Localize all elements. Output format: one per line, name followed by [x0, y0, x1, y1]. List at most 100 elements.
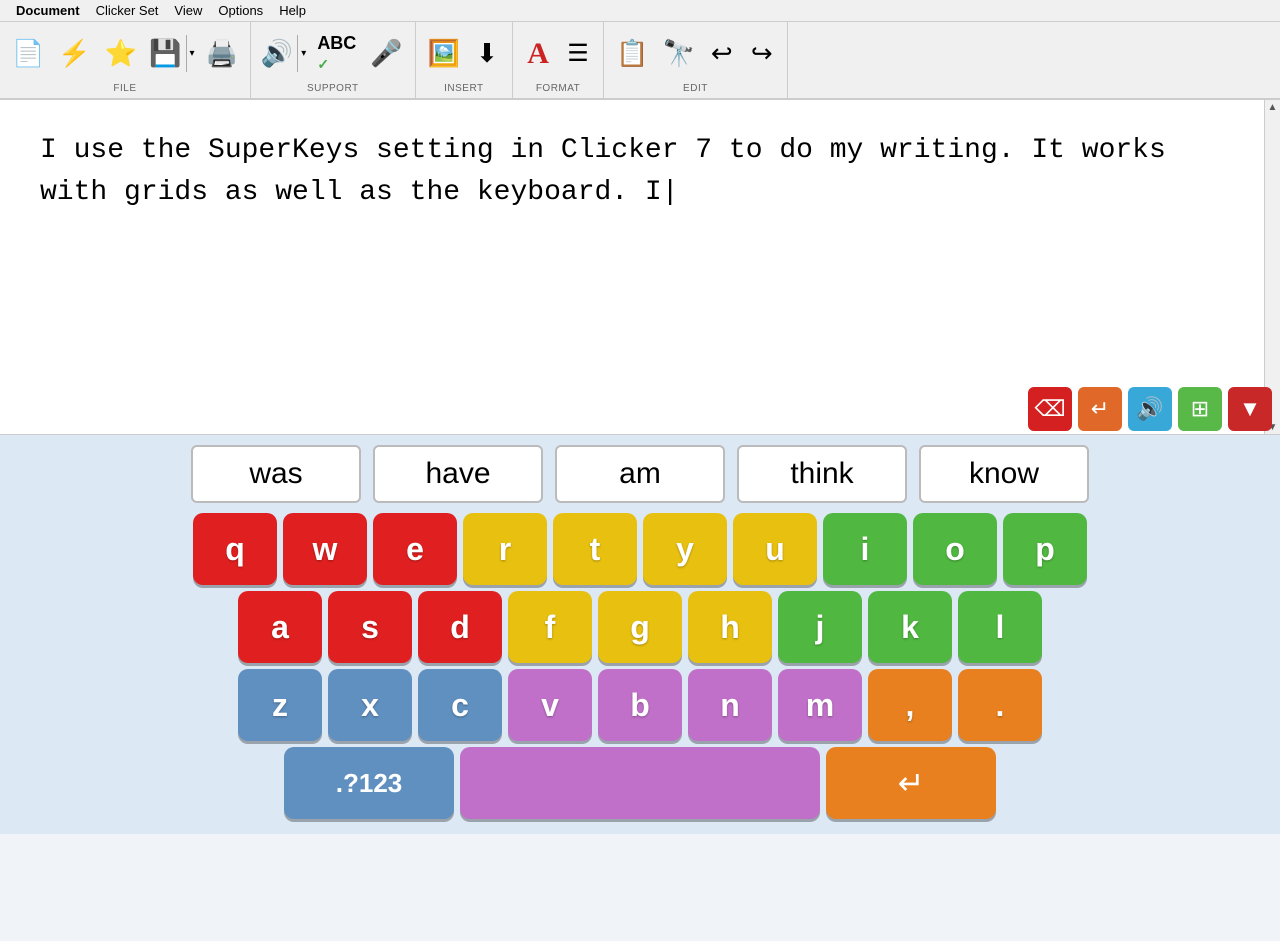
key-comma[interactable]: ,: [868, 669, 952, 741]
save-dropdown-arrow[interactable]: ▾: [186, 35, 198, 72]
microphone-button[interactable]: 🎤: [364, 35, 408, 72]
redo-button[interactable]: ↪: [743, 35, 781, 72]
speak-split-button[interactable]: 🔊 ▾: [257, 35, 309, 72]
key-d[interactable]: d: [418, 591, 502, 663]
grid-button[interactable]: ⊞: [1178, 387, 1222, 431]
paste-icon: 📋: [616, 39, 648, 68]
key-w[interactable]: w: [283, 513, 367, 585]
word-was[interactable]: was: [191, 445, 361, 503]
menu-bar: Document Clicker Set View Options Help: [0, 0, 1280, 22]
document-line1: I use the SuperKeys setting in Clicker 7…: [40, 130, 1224, 172]
save-split-button[interactable]: 💾 ▾: [145, 35, 197, 72]
key-n[interactable]: n: [688, 669, 772, 741]
word-think[interactable]: think: [737, 445, 907, 503]
new-icon: 📄: [12, 39, 44, 68]
key-j[interactable]: j: [778, 591, 862, 663]
key-v[interactable]: v: [508, 669, 592, 741]
keyboard-area: was have am think know q w e r t y u i o…: [0, 435, 1280, 834]
font-icon: A: [527, 37, 549, 71]
insert-label: INSERT: [444, 83, 484, 94]
menu-view[interactable]: View: [166, 1, 210, 20]
return-button[interactable]: ↵: [1078, 387, 1122, 431]
align-button[interactable]: ☰: [559, 35, 597, 72]
key-y[interactable]: y: [643, 513, 727, 585]
menu-options[interactable]: Options: [210, 1, 271, 20]
save-main[interactable]: 💾: [145, 35, 185, 72]
menu-document[interactable]: Document: [8, 1, 88, 20]
key-r[interactable]: r: [463, 513, 547, 585]
key-i[interactable]: i: [823, 513, 907, 585]
open-button[interactable]: ⚡: [52, 35, 96, 72]
key-c[interactable]: c: [418, 669, 502, 741]
find-button[interactable]: 🔭: [656, 35, 700, 72]
collapse-button[interactable]: ▼: [1228, 387, 1272, 431]
key-k[interactable]: k: [868, 591, 952, 663]
key-s[interactable]: s: [328, 591, 412, 663]
key-l[interactable]: l: [958, 591, 1042, 663]
document-line2: with grids as well as the keyboard. I: [40, 172, 1224, 214]
key-b[interactable]: b: [598, 669, 682, 741]
new-button[interactable]: 📄: [6, 35, 50, 72]
redo-icon: ↪: [751, 39, 773, 68]
key-h[interactable]: h: [688, 591, 772, 663]
key-a[interactable]: a: [238, 591, 322, 663]
symbol-button[interactable]: ⬇: [468, 35, 506, 72]
key-row-1: q w e r t y u i o p: [193, 513, 1087, 585]
key-row-2: a s d f g h j k l: [238, 591, 1042, 663]
backspace-button[interactable]: ⌫: [1028, 387, 1072, 431]
key-row-3: z x c v b n m , .: [238, 669, 1042, 741]
open-icon: ⚡: [58, 39, 90, 68]
save-icon: 💾: [149, 39, 181, 68]
key-enter[interactable]: ↵: [826, 747, 996, 819]
speak-button[interactable]: 🔊: [1128, 387, 1172, 431]
document-content[interactable]: I use the SuperKeys setting in Clicker 7…: [0, 100, 1264, 244]
key-p[interactable]: p: [1003, 513, 1087, 585]
key-row-bottom: .?123 ↵: [284, 747, 996, 819]
key-q[interactable]: q: [193, 513, 277, 585]
key-x[interactable]: x: [328, 669, 412, 741]
undo-button[interactable]: ↩: [703, 35, 741, 72]
menu-clicker-set[interactable]: Clicker Set: [88, 1, 167, 20]
font-button[interactable]: A: [519, 33, 557, 75]
toolbar-group-format: A ☰ FORMAT: [513, 22, 604, 98]
key-numbers[interactable]: .?123: [284, 747, 454, 819]
print-icon: 🖨️: [206, 39, 238, 68]
key-g[interactable]: g: [598, 591, 682, 663]
toolbar-group-support: 🔊 ▾ ABC✓ 🎤 SUPPORT: [251, 22, 416, 98]
key-u[interactable]: u: [733, 513, 817, 585]
bookmark-button[interactable]: ⭐: [99, 35, 143, 72]
file-label: FILE: [113, 83, 136, 94]
speak-main[interactable]: 🔊: [257, 35, 297, 72]
undo-icon: ↩: [711, 39, 733, 68]
speak-icon: 🔊: [261, 39, 293, 68]
key-e[interactable]: e: [373, 513, 457, 585]
symbol-icon: ⬇: [476, 39, 498, 68]
word-have[interactable]: have: [373, 445, 543, 503]
key-t[interactable]: t: [553, 513, 637, 585]
key-f[interactable]: f: [508, 591, 592, 663]
key-space[interactable]: [460, 747, 820, 819]
spellcheck-icon: ABC✓: [317, 34, 356, 74]
key-z[interactable]: z: [238, 669, 322, 741]
edit-label: EDIT: [683, 83, 708, 94]
format-label: FORMAT: [536, 83, 580, 94]
paste-button[interactable]: 📋: [610, 35, 654, 72]
word-know[interactable]: know: [919, 445, 1089, 503]
keyboard-rows: q w e r t y u i o p a s d f g h j k l z …: [0, 513, 1280, 819]
document-area[interactable]: I use the SuperKeys setting in Clicker 7…: [0, 100, 1280, 435]
print-button[interactable]: 🖨️: [200, 35, 244, 72]
menu-help[interactable]: Help: [271, 1, 314, 20]
key-o[interactable]: o: [913, 513, 997, 585]
align-icon: ☰: [567, 39, 589, 68]
image-button[interactable]: 🖼️: [422, 35, 466, 72]
find-icon: 🔭: [662, 39, 694, 68]
speak-dropdown-arrow[interactable]: ▾: [297, 35, 309, 72]
action-buttons: ⌫ ↵ 🔊 ⊞ ▼: [0, 384, 1280, 434]
spellcheck-button[interactable]: ABC✓: [311, 30, 362, 78]
scroll-up-arrow[interactable]: ▲: [1266, 100, 1280, 114]
word-am[interactable]: am: [555, 445, 725, 503]
toolbar-group-edit: 📋 🔭 ↩ ↪ EDIT: [604, 22, 788, 98]
key-period[interactable]: .: [958, 669, 1042, 741]
key-m[interactable]: m: [778, 669, 862, 741]
enter-icon: ↵: [898, 764, 925, 802]
